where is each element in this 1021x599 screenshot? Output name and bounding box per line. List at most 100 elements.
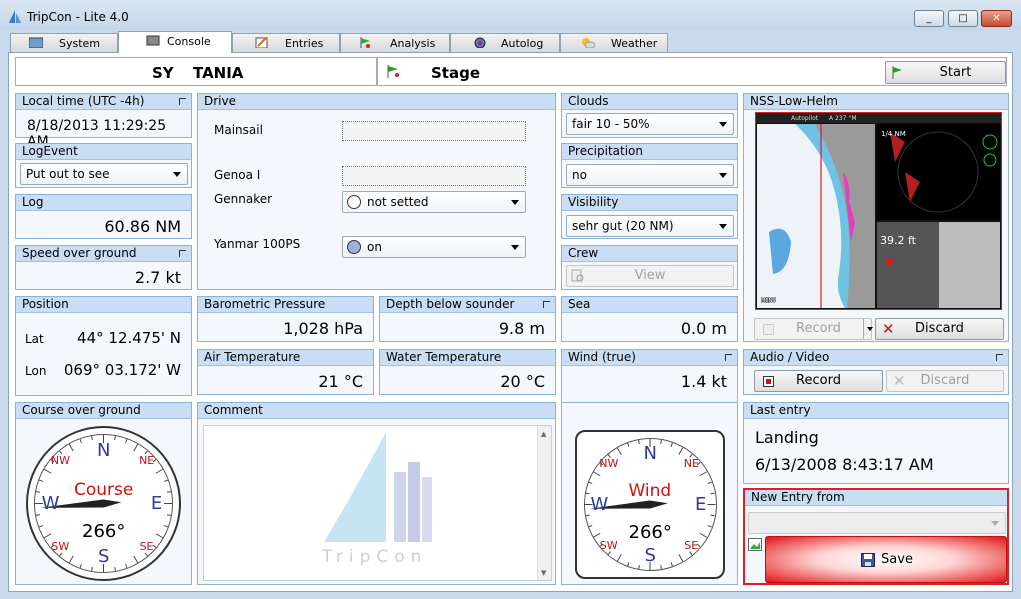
water-temp-panel: Water Temperature 20 °C <box>379 349 556 395</box>
wind-panel: Wind (true) 1.4 kt N S E W NW NE SW SE Wind 266° <box>561 349 738 585</box>
compass-name: Wind <box>628 480 672 501</box>
panel-header: Precipitation <box>562 144 737 160</box>
analysis-icon <box>360 37 370 48</box>
tab-system[interactable]: System <box>10 33 118 52</box>
stage-label: Stage <box>431 64 481 82</box>
gennaker-label: Gennaker <box>214 192 273 206</box>
compass-south: S <box>644 544 656 566</box>
depth-panel: Depth below sounder 9.8 m <box>379 296 556 342</box>
panel-title: Crew <box>568 246 599 260</box>
gennaker-dropdown[interactable]: not setted <box>342 191 526 213</box>
av-discard-button[interactable]: ✕ Discard <box>886 370 1004 392</box>
visibility-dropdown[interactable]: sehr gut (20 NM) <box>566 215 734 237</box>
compass-sw: SW <box>599 539 618 553</box>
expand-icon[interactable] <box>179 98 186 105</box>
dropdown-value: not setted <box>367 195 429 209</box>
button-label: Record <box>796 373 841 388</box>
engine-dropdown[interactable]: on <box>342 236 526 258</box>
air-temp-panel: Air Temperature 21 °C <box>197 349 374 395</box>
new-entry-dropdown[interactable] <box>748 512 1006 534</box>
tab-entries[interactable]: Entries <box>232 33 340 52</box>
panel-header: LogEvent <box>16 144 191 160</box>
compass-se: SE <box>139 540 154 554</box>
depth-value: 9.8 m <box>498 319 545 338</box>
clouds-dropdown[interactable]: fair 10 - 50% <box>566 113 734 135</box>
expand-icon[interactable] <box>996 354 1003 361</box>
scroll-down-icon[interactable]: ▼ <box>541 569 546 577</box>
comment-textarea[interactable]: TripCon ▲ ▼ <box>203 425 552 581</box>
panel-title: Last entry <box>750 403 811 417</box>
last-entry-time: 6/13/2008 8:43:17 AM <box>755 455 934 474</box>
panel-title: Precipitation <box>568 144 644 158</box>
vessel-prefix: SY <box>152 64 174 82</box>
tab-label: Autolog <box>501 37 544 50</box>
screen-range-text: 1/4 NM <box>881 130 906 138</box>
panel-header: Depth below sounder <box>380 297 555 313</box>
tab-weather[interactable]: Weather <box>560 33 668 52</box>
nss-record-button[interactable]: Record <box>754 318 873 340</box>
tab-autolog[interactable]: Autolog <box>450 33 560 52</box>
watermark-text: TripCon <box>321 547 427 567</box>
chevron-down-icon[interactable] <box>867 327 873 331</box>
panel-title: Position <box>22 297 69 311</box>
panel-header: Position <box>16 297 191 313</box>
compass-sw: SW <box>51 540 70 554</box>
title-bar[interactable]: TripCon - Lite 4.0 _ □ ✕ <box>0 0 1021 30</box>
log-event-dropdown[interactable]: Put out to see <box>20 163 188 185</box>
close-button[interactable]: ✕ <box>981 10 1012 27</box>
status-circle-icon <box>347 240 361 254</box>
mainsail-field[interactable] <box>342 121 526 141</box>
chartplotter-screenshot[interactable]: Autopilot A 237 °M MENU 1/4 NM 39.2 ft <box>755 112 1002 310</box>
compass-se: SE <box>684 539 699 553</box>
picture-icon[interactable] <box>748 538 762 551</box>
chevron-down-icon <box>719 173 727 178</box>
compass-nw: NW <box>50 453 71 467</box>
minimize-button[interactable]: _ <box>914 10 944 27</box>
compass-west: W <box>590 494 609 515</box>
panel-title: Comment <box>204 403 263 417</box>
panel-title: Drive <box>204 94 236 108</box>
magnifier-icon <box>571 269 584 282</box>
panel-header: Crew <box>562 246 737 262</box>
scroll-up-icon[interactable]: ▲ <box>541 430 546 438</box>
panel-header: Audio / Video <box>744 350 1008 366</box>
tab-console[interactable]: Console <box>118 31 232 53</box>
screen-depth-text: 39.2 ft <box>880 234 917 247</box>
button-label: Record <box>796 321 841 336</box>
expand-icon[interactable] <box>725 354 732 361</box>
tab-label: Console <box>167 35 211 48</box>
record-icon <box>763 376 774 387</box>
maximize-button[interactable]: □ <box>948 10 978 27</box>
av-record-button[interactable]: Record <box>754 370 883 392</box>
local-time-panel: Local time (UTC -4h) 8/18/2013 11:29:25 … <box>15 93 192 150</box>
button-label: Discard <box>920 373 970 388</box>
last-entry-type: Landing <box>755 428 819 447</box>
crew-view-button[interactable]: View <box>566 265 734 287</box>
system-icon <box>29 37 43 48</box>
autolog-icon <box>474 37 486 48</box>
course-compass: N S E W NW NE SW SE Course 266° <box>26 426 181 581</box>
sea-panel: Sea 0.0 m <box>561 296 738 342</box>
tab-label: Entries <box>285 37 324 50</box>
tab-analysis[interactable]: Analysis <box>340 33 450 52</box>
record-icon <box>763 324 774 335</box>
start-button[interactable]: Start <box>885 61 1006 84</box>
save-button[interactable]: Save <box>765 536 1007 583</box>
console-icon <box>146 35 160 46</box>
wind-compass: N S E W NW NE SW SE Wind 266° <box>575 430 725 579</box>
precipitation-dropdown[interactable]: no <box>566 164 734 186</box>
compass-name: Course <box>74 479 134 500</box>
expand-icon[interactable] <box>179 250 186 257</box>
dropdown-value: sehr gut (20 NM) <box>572 219 674 233</box>
precipitation-panel: Precipitation no <box>561 143 738 188</box>
divider <box>562 402 737 403</box>
genoa-field[interactable] <box>342 166 526 186</box>
lat-value: 44° 12.475' N <box>77 329 181 347</box>
stage-bar: Stage Start <box>377 57 1007 86</box>
minimize-icon: _ <box>926 13 932 24</box>
nss-discard-button[interactable]: ✕ Discard <box>875 318 1004 340</box>
compass-heading: 266° <box>628 522 672 543</box>
expand-icon[interactable] <box>543 301 550 308</box>
comment-scrollbar[interactable]: ▲ ▼ <box>537 426 551 580</box>
button-label: Discard <box>915 321 964 336</box>
